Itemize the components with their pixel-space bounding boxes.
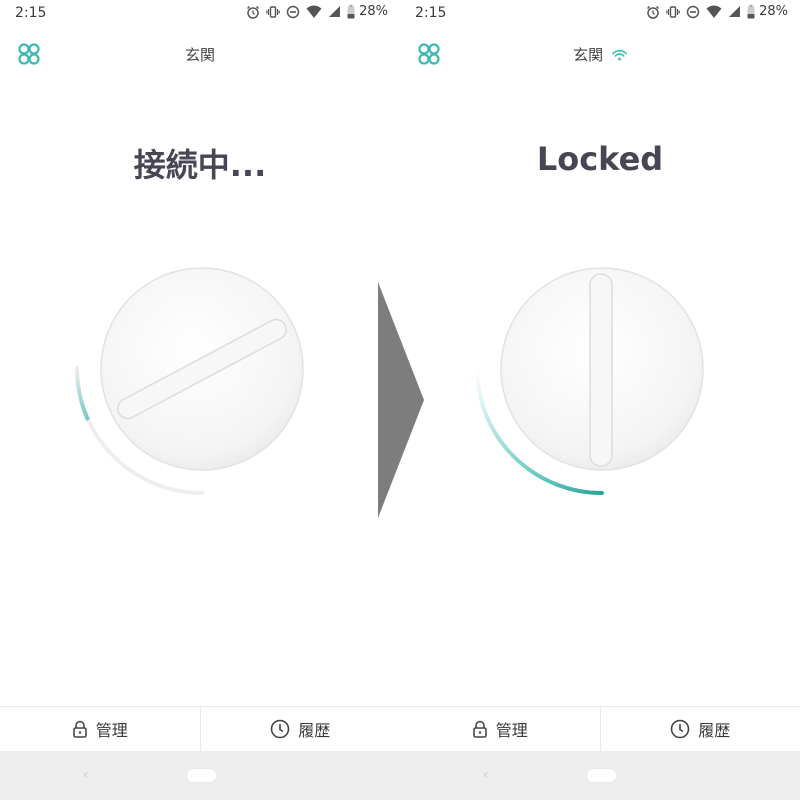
- system-nav-bar: ‹: [0, 751, 400, 800]
- wifi-signal-icon: [706, 5, 722, 18]
- tab-management[interactable]: 管理: [400, 707, 600, 751]
- transition-arrow-icon: [378, 282, 424, 518]
- battery-percent: 28%: [759, 4, 788, 19]
- cell-signal-icon: [329, 6, 341, 17]
- status-icons: 28%: [246, 4, 388, 19]
- tab-history[interactable]: 履歴: [599, 707, 800, 751]
- back-icon[interactable]: ‹: [83, 767, 89, 783]
- progress-arc: [74, 367, 90, 421]
- status-time: 2:15: [15, 5, 47, 21]
- lock-icon: [72, 720, 87, 738]
- bottom-tab-bar: 管理 履歴: [0, 706, 400, 751]
- thumb-turn: [589, 273, 613, 467]
- tab-history[interactable]: 履歴: [199, 707, 401, 751]
- device-name: 玄関: [184, 46, 215, 64]
- vibrate-icon: [666, 5, 680, 18]
- clock-icon: [270, 719, 290, 739]
- back-icon[interactable]: ‹: [483, 767, 489, 783]
- home-button[interactable]: [187, 769, 216, 782]
- tab-label: 履歴: [298, 721, 331, 740]
- tab-label: 履歴: [698, 721, 731, 740]
- tab-label: 管理: [495, 721, 528, 740]
- alarm-icon: [647, 5, 660, 19]
- system-nav-bar: ‹: [400, 751, 800, 800]
- device-name: 玄関: [573, 46, 604, 64]
- clock-icon: [670, 719, 690, 739]
- tab-management[interactable]: 管理: [0, 707, 200, 751]
- home-button[interactable]: [587, 769, 616, 782]
- lock-dial-connecting[interactable]: [0, 250, 400, 520]
- cell-signal-icon: [729, 6, 741, 17]
- phone-screen-connecting: 2:15 28% 玄関 接続中... 管理 履歴 ‹: [0, 0, 400, 800]
- lock-status-text: 接続中...: [133, 146, 267, 184]
- bottom-tab-bar: 管理 履歴: [400, 706, 800, 751]
- lock-status-text: Locked: [536, 140, 664, 178]
- alarm-icon: [247, 5, 260, 19]
- device-title: 玄関: [400, 44, 800, 65]
- battery-percent: 28%: [359, 4, 388, 19]
- tab-label: 管理: [95, 721, 128, 740]
- status-bar: 2:15 28%: [400, 0, 800, 26]
- do-not-disturb-icon: [686, 5, 700, 18]
- status-icons: 28%: [646, 4, 788, 19]
- wifi-connected-icon: [612, 49, 627, 61]
- status-bar: 2:15 28%: [0, 0, 400, 26]
- battery-icon: [347, 4, 355, 18]
- battery-icon: [747, 4, 755, 18]
- wifi-signal-icon: [306, 5, 322, 18]
- device-title: 玄関: [0, 44, 400, 65]
- vibrate-icon: [266, 5, 280, 18]
- status-time: 2:15: [415, 5, 447, 21]
- do-not-disturb-icon: [286, 5, 300, 18]
- phone-screen-locked: 2:15 28% 玄関 Locked 管理 履歴 ‹: [400, 0, 800, 800]
- lock-dial-locked[interactable]: [400, 250, 800, 520]
- lock-icon: [472, 720, 487, 738]
